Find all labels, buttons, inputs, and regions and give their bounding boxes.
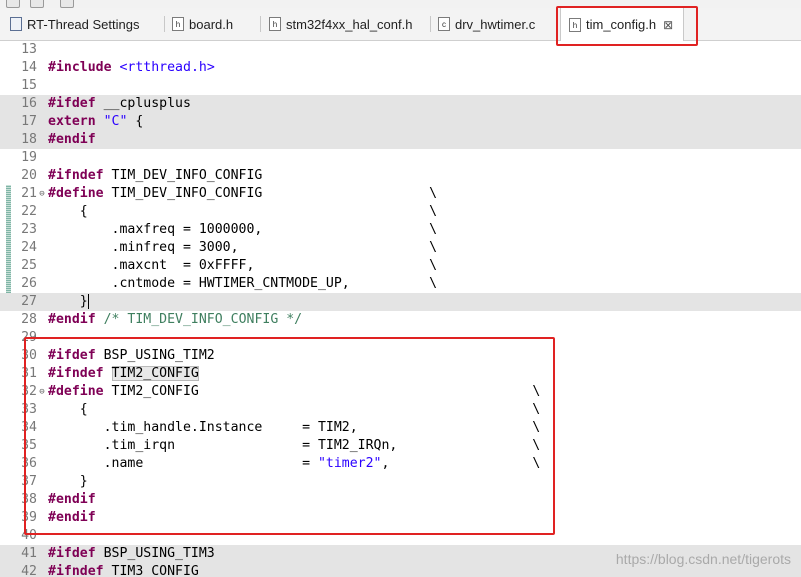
code-text: .maxfreq = 1000000, \ — [48, 222, 438, 237]
line-number: 17 — [21, 114, 37, 129]
toolbar-icon[interactable] — [60, 0, 74, 8]
tab-stm32f4xx-hal-conf-h[interactable]: h stm32f4xx_hal_conf.h — [269, 8, 412, 40]
code-text: #ifdef BSP_USING_TIM3 — [48, 546, 215, 561]
code-text: #include <rtthread.h> — [48, 60, 215, 75]
code-text: #ifdef __cplusplus — [48, 96, 191, 111]
code-line[interactable]: 19 — [0, 149, 801, 167]
watermark: https://blog.csdn.net/tigerots — [615, 551, 791, 567]
code-line[interactable]: 16 #ifdef __cplusplus — [0, 95, 801, 113]
code-text: } — [48, 293, 89, 309]
text-cursor — [87, 293, 89, 309]
code-line[interactable]: 26 .cntmode = HWTIMER_CNTMODE_UP, \ — [0, 275, 801, 293]
code-line[interactable]: 22 { \ — [0, 203, 801, 221]
code-line[interactable]: 15 — [0, 77, 801, 95]
tab-board-h[interactable]: h board.h — [172, 8, 233, 40]
tab-label: stm32f4xx_hal_conf.h — [286, 16, 413, 32]
tab-label: RT-Thread Settings — [27, 16, 140, 32]
c-file-icon: c — [438, 17, 450, 31]
line-number: 20 — [21, 168, 37, 183]
toolbar-icon[interactable] — [30, 0, 44, 8]
tab-divider — [430, 16, 431, 32]
tab-divider — [164, 16, 165, 32]
header-file-icon: h — [172, 17, 184, 31]
settings-file-icon — [10, 17, 22, 31]
line-number: 28 — [21, 312, 37, 327]
code-text: #define TIM_DEV_INFO_CONFIG \ — [48, 186, 438, 201]
line-number: 14 — [21, 60, 37, 75]
code-text: .cntmode = HWTIMER_CNTMODE_UP, \ — [48, 276, 438, 291]
line-number: 19 — [21, 150, 37, 165]
code-text: .minfreq = 3000, \ — [48, 240, 438, 255]
tab-label: board.h — [189, 16, 234, 32]
code-line-current[interactable]: 27 } — [0, 293, 801, 311]
fold-collapse-icon[interactable]: ⊖ — [37, 185, 47, 203]
code-line[interactable]: 14 #include <rtthread.h> — [0, 59, 801, 77]
code-text: { \ — [48, 204, 438, 219]
code-line[interactable]: 24 .minfreq = 3000, \ — [0, 239, 801, 257]
code-line[interactable]: 21 ⊖ #define TIM_DEV_INFO_CONFIG \ — [0, 185, 801, 203]
annotation-box-tim2-config — [24, 337, 555, 535]
line-number: 22 — [21, 204, 37, 219]
line-number: 26 — [21, 276, 37, 291]
code-line[interactable]: 18 #endif — [0, 131, 801, 149]
annotation-box-active-tab — [556, 6, 698, 46]
code-text: .maxcnt = 0xFFFF, \ — [48, 258, 438, 273]
code-text: #endif — [48, 132, 96, 147]
line-number: 27 — [21, 294, 37, 309]
line-number: 21 — [21, 186, 37, 201]
toolbar-icon[interactable] — [6, 0, 20, 8]
line-number: 23 — [21, 222, 37, 237]
code-line[interactable]: 13 — [0, 41, 801, 59]
code-text: extern "C" { — [48, 114, 144, 129]
code-line[interactable]: 28 #endif /* TIM_DEV_INFO_CONFIG */ — [0, 311, 801, 329]
line-number: 41 — [21, 546, 37, 561]
tab-label: drv_hwtimer.c — [455, 16, 536, 32]
tab-divider — [260, 16, 261, 32]
code-text: #endif /* TIM_DEV_INFO_CONFIG */ — [48, 312, 303, 327]
code-editor[interactable]: 13 14 #include <rtthread.h> 15 16 #ifdef _… — [0, 41, 801, 577]
line-number: 25 — [21, 258, 37, 273]
tab-drv-hwtimer-c[interactable]: c drv_hwtimer.c — [438, 8, 535, 40]
line-number: 13 — [21, 42, 37, 57]
line-number: 16 — [21, 96, 37, 111]
line-number: 24 — [21, 240, 37, 255]
code-text: #ifndef TIM3_CONFIG — [48, 564, 199, 577]
line-number: 18 — [21, 132, 37, 147]
header-file-icon: h — [269, 17, 281, 31]
line-number: 42 — [21, 564, 37, 577]
code-text: #ifndef TIM_DEV_INFO_CONFIG — [48, 168, 263, 183]
code-line[interactable]: 25 .maxcnt = 0xFFFF, \ — [0, 257, 801, 275]
code-line[interactable]: 20 #ifndef TIM_DEV_INFO_CONFIG — [0, 167, 801, 185]
code-line[interactable]: 17 extern "C" { — [0, 113, 801, 131]
line-number: 15 — [21, 78, 37, 93]
code-line[interactable]: 23 .maxfreq = 1000000, \ — [0, 221, 801, 239]
tab-rt-thread-settings[interactable]: RT-Thread Settings — [10, 8, 139, 40]
